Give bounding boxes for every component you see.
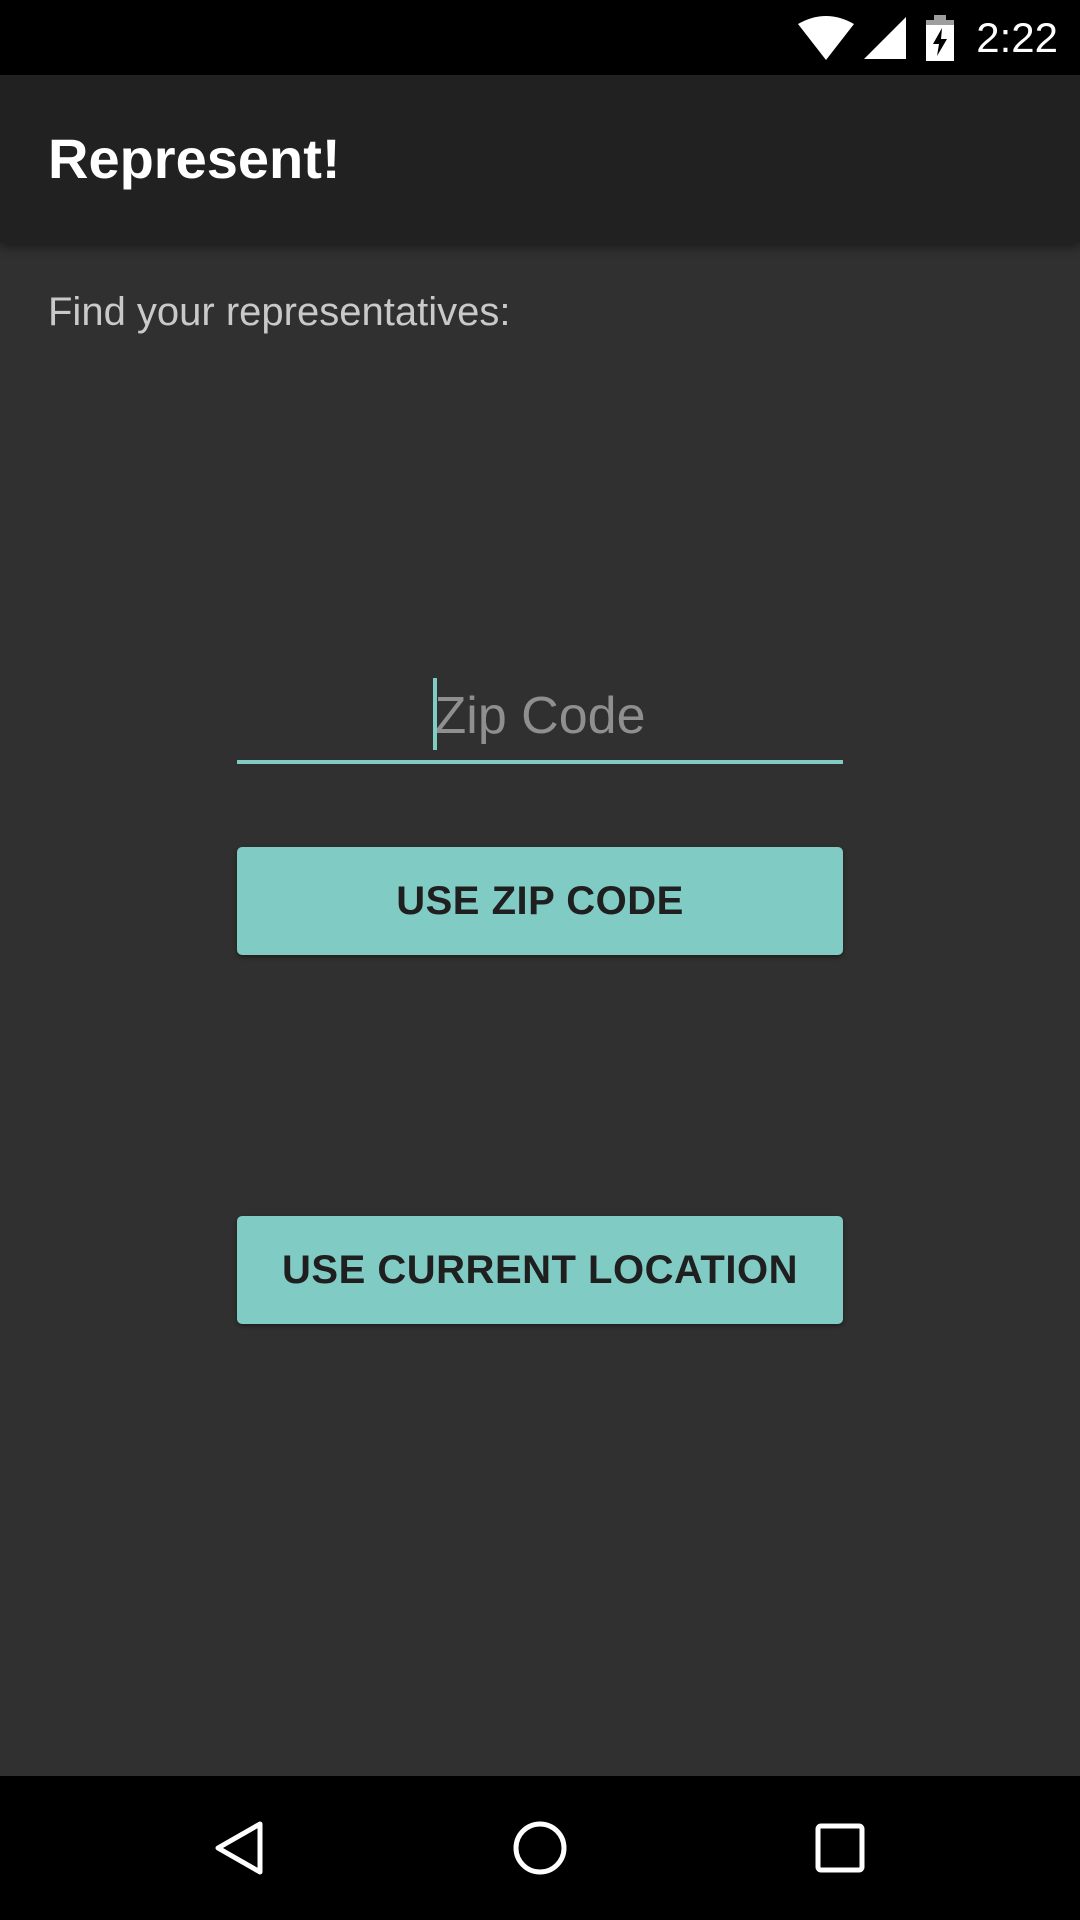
- navigation-bar: [0, 1776, 1080, 1920]
- back-button[interactable]: [190, 1798, 290, 1898]
- recents-icon: [815, 1823, 865, 1873]
- home-button[interactable]: [490, 1798, 590, 1898]
- app-title: Represent!: [48, 127, 341, 190]
- status-icons: 2:22: [798, 0, 1058, 75]
- text-cursor: [433, 678, 437, 750]
- zip-code-field[interactable]: [237, 672, 843, 764]
- status-bar: 2:22: [0, 0, 1080, 75]
- status-time: 2:22: [976, 14, 1058, 61]
- zip-code-underline: [237, 760, 843, 764]
- battery-charging-icon: [926, 14, 955, 61]
- use-zip-code-button[interactable]: USE ZIP CODE: [237, 847, 843, 955]
- wifi-icon: [798, 15, 855, 60]
- signal-icon: [864, 16, 907, 59]
- back-icon: [215, 1821, 263, 1875]
- use-current-location-button[interactable]: USE CURRENT LOCATION: [237, 1216, 843, 1324]
- screen: 2:22 Represent! Find your representative…: [0, 0, 1080, 1920]
- find-representatives-label: Find your representatives:: [48, 290, 511, 334]
- zip-code-input[interactable]: [237, 672, 843, 760]
- home-icon: [513, 1821, 567, 1875]
- app-bar: Represent!: [0, 75, 1080, 243]
- recents-button[interactable]: [790, 1798, 890, 1898]
